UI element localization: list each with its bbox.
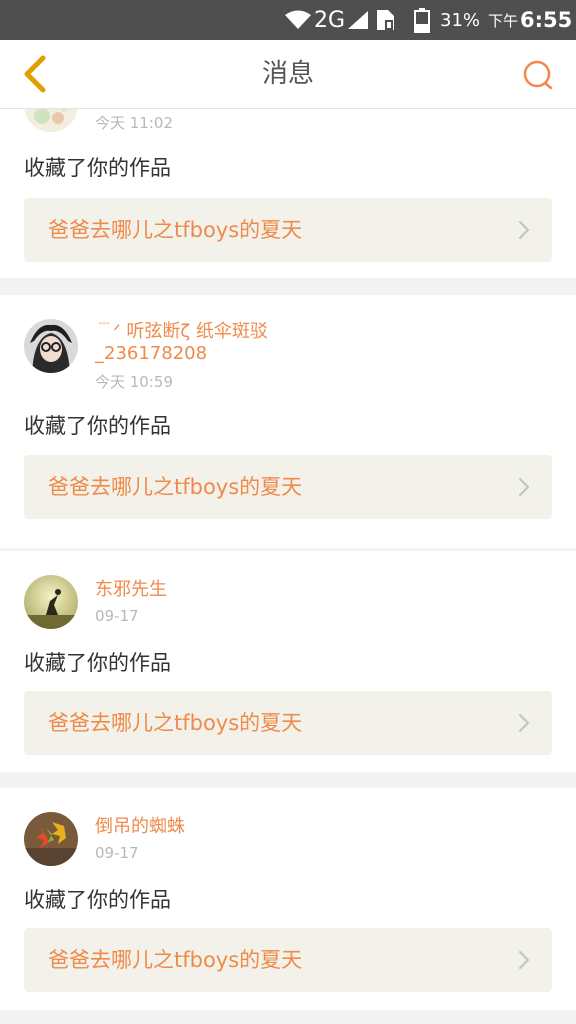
message-time: 09-17 — [95, 607, 139, 625]
battery-icon — [414, 0, 430, 40]
list-item: ﹉ᐟ 听弦断ζ 纸伞斑驳_236178208 今天 10:59 收藏了你的作品 … — [0, 295, 576, 548]
signal-icon — [346, 0, 370, 40]
avatar[interactable] — [24, 108, 78, 132]
action-text: 收藏了你的作品 — [24, 414, 171, 438]
sim-card-icon — [374, 0, 398, 40]
clock-ampm: 下午 — [488, 11, 519, 30]
list-item: 倒吊的蜘蛛 09-17 收藏了你的作品 爸爸去哪儿之tfboys的夏天 — [0, 788, 576, 1010]
work-title: 爸爸去哪儿之tfboys的夏天 — [48, 711, 303, 735]
chevron-right-icon — [518, 220, 530, 240]
page-title: 消息 — [261, 59, 314, 89]
list-item: 今天 11:02 收藏了你的作品 爸爸去哪儿之tfboys的夏天 — [0, 108, 576, 278]
avatar[interactable] — [24, 812, 78, 866]
work-title: 爸爸去哪儿之tfboys的夏天 — [48, 475, 303, 499]
user-name[interactable]: 东邪先生 — [95, 579, 335, 601]
work-link[interactable]: 爸爸去哪儿之tfboys的夏天 — [24, 928, 552, 992]
user-name[interactable]: 倒吊的蜘蛛 — [95, 816, 335, 838]
message-time: 今天 11:02 — [95, 114, 173, 132]
list-item: 东邪先生 09-17 收藏了你的作品 爸爸去哪儿之tfboys的夏天 — [0, 551, 576, 772]
clock: 下午 6:55 — [488, 0, 572, 40]
avatar[interactable] — [24, 319, 78, 373]
wifi-icon — [284, 0, 312, 40]
user-name[interactable]: ﹉ᐟ 听弦断ζ 纸伞斑驳_236178208 — [95, 321, 335, 365]
message-time: 今天 10:59 — [95, 373, 173, 391]
work-title: 爸爸去哪儿之tfboys的夏天 — [48, 218, 303, 242]
chevron-right-icon — [518, 950, 530, 970]
action-text: 收藏了你的作品 — [24, 651, 171, 675]
work-link[interactable]: 爸爸去哪儿之tfboys的夏天 — [24, 198, 552, 262]
message-time: 09-17 — [95, 844, 139, 862]
back-button[interactable] — [10, 50, 58, 98]
clock-time: 6:55 — [520, 8, 573, 32]
chevron-right-icon — [518, 477, 530, 497]
header-bar: 消息 — [0, 40, 576, 109]
work-link[interactable]: 爸爸去哪儿之tfboys的夏天 — [24, 455, 552, 519]
chevron-left-icon — [24, 55, 46, 93]
action-text: 收藏了你的作品 — [24, 888, 171, 912]
network-type: 2G — [314, 7, 346, 33]
message-list: 今天 11:02 收藏了你的作品 爸爸去哪儿之tfboys的夏天 ﹉ᐟ 听弦断ζ… — [0, 108, 576, 1024]
work-link[interactable]: 爸爸去哪儿之tfboys的夏天 — [24, 691, 552, 755]
search-button[interactable] — [518, 55, 558, 95]
battery-percent: 31% — [440, 9, 481, 31]
search-icon — [523, 60, 553, 90]
status-bar: 2G 31% 下午 6:55 — [0, 0, 576, 40]
avatar[interactable] — [24, 575, 78, 629]
chevron-right-icon — [518, 713, 530, 733]
work-title: 爸爸去哪儿之tfboys的夏天 — [48, 948, 303, 972]
action-text: 收藏了你的作品 — [24, 156, 171, 180]
